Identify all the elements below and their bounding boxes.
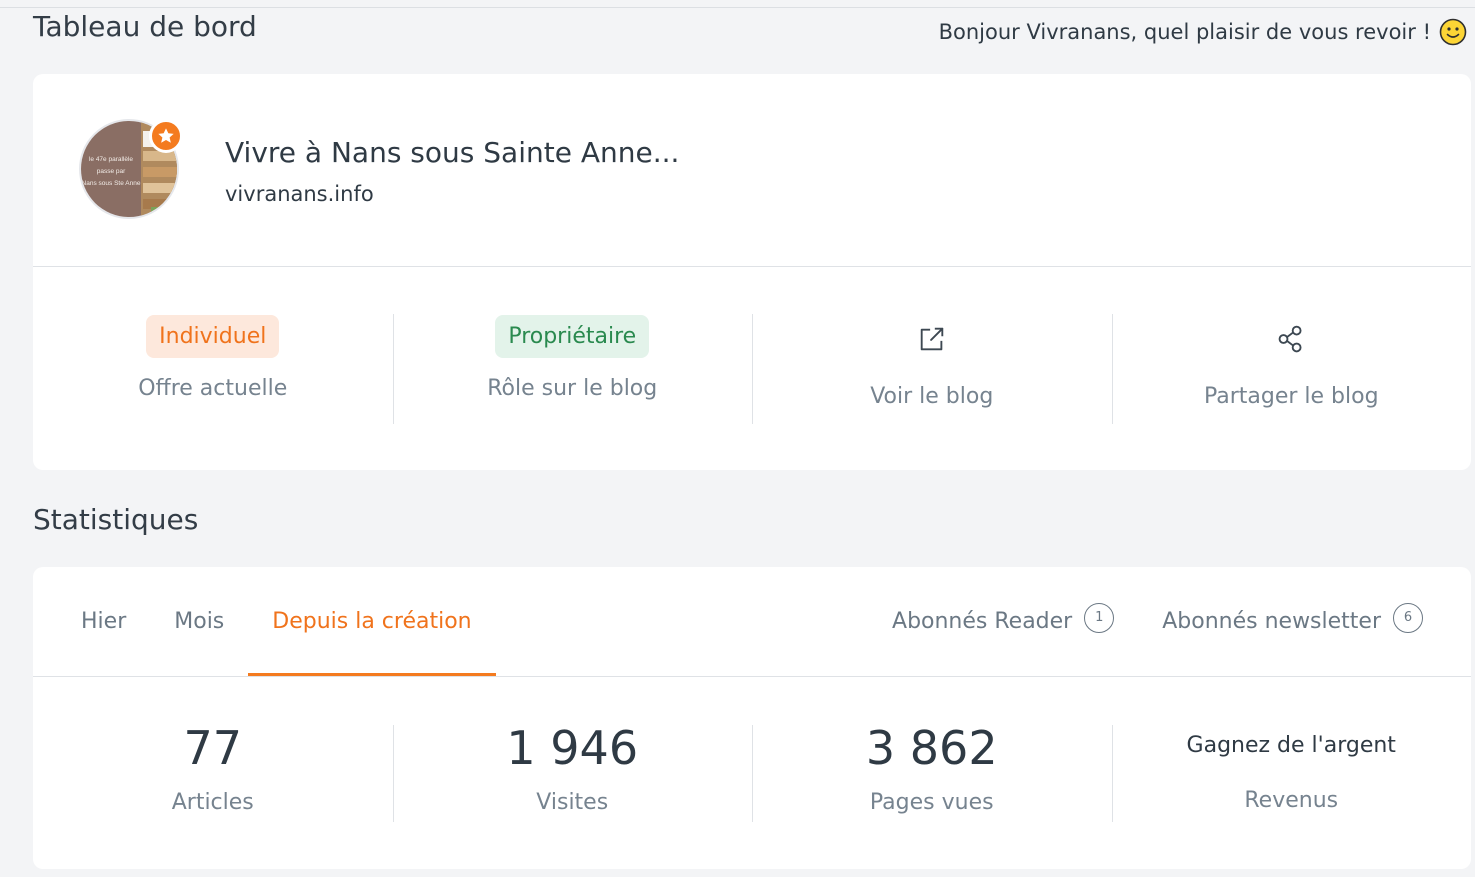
articles-label: Articles bbox=[171, 790, 254, 815]
revenue-stat[interactable]: Gagnez de l'argent Revenus bbox=[1111, 725, 1472, 822]
pageviews-label: Pages vues bbox=[869, 790, 994, 815]
tab-yesterday[interactable]: Hier bbox=[81, 567, 150, 676]
blog-card: le 47e parallèle passe par Nans sous Ste… bbox=[33, 74, 1471, 470]
visits-label: Visites bbox=[536, 790, 609, 815]
visits-stat: 1 946 Visites bbox=[392, 721, 753, 822]
view-blog-button[interactable]: Voir le blog bbox=[752, 314, 1112, 424]
blog-avatar-wrap[interactable]: le 47e parallèle passe par Nans sous Ste… bbox=[79, 119, 183, 223]
share-icon bbox=[1275, 323, 1307, 355]
role-column: Propriétaire Rôle sur le blog bbox=[392, 314, 753, 424]
share-blog-label: Partager le blog bbox=[1203, 384, 1379, 409]
avatar-text-line-3: Nans sous Ste Anne bbox=[82, 180, 141, 187]
newsletter-subscribers-label: Abonnés newsletter bbox=[1162, 609, 1381, 634]
stats-card: Hier Mois Depuis la création Abonnés Rea… bbox=[33, 567, 1471, 869]
earn-money-link[interactable]: Gagnez de l'argent bbox=[1187, 733, 1396, 758]
reader-subscribers[interactable]: Abonnés Reader 1 bbox=[892, 602, 1115, 634]
stats-title: Statistiques bbox=[33, 503, 199, 536]
pageviews-count: 3 862 bbox=[865, 721, 998, 775]
newsletter-subscribers[interactable]: Abonnés newsletter 6 bbox=[1162, 602, 1423, 634]
newsletter-subscribers-count: 6 bbox=[1393, 602, 1423, 633]
stats-row: 77 Articles 1 946 Visites 3 862 Pages vu… bbox=[33, 725, 1471, 822]
reader-subscribers-count: 1 bbox=[1084, 602, 1115, 633]
view-blog-label: Voir le blog bbox=[870, 384, 994, 409]
stats-period-tabs: Hier Mois Depuis la création bbox=[81, 567, 496, 676]
greeting-text: Bonjour Vivranans, quel plaisir de vous … bbox=[938, 20, 1431, 44]
page-title: Tableau de bord bbox=[33, 10, 257, 43]
plan-badge: Individuel bbox=[146, 315, 280, 358]
share-blog-button[interactable]: Partager le blog bbox=[1111, 314, 1472, 424]
pageviews-stat: 3 862 Pages vues bbox=[752, 725, 1112, 822]
blog-info-row: Individuel Offre actuelle Propriétaire R… bbox=[33, 314, 1471, 424]
tab-month[interactable]: Mois bbox=[150, 567, 248, 676]
external-link-icon bbox=[916, 323, 948, 355]
articles-count: 77 bbox=[183, 721, 243, 775]
reader-subscribers-label: Abonnés Reader bbox=[892, 609, 1073, 634]
role-label: Rôle sur le blog bbox=[487, 376, 658, 401]
plan-column: Individuel Offre actuelle bbox=[33, 314, 393, 424]
stats-tabs-divider bbox=[33, 676, 1471, 677]
blog-name[interactable]: Vivre à Nans sous Sainte Anne... bbox=[225, 136, 679, 169]
avatar-text-line-2: passe par bbox=[97, 168, 126, 175]
visits-count: 1 946 bbox=[506, 721, 639, 775]
subscribers-summary: Abonnés Reader 1 Abonnés newsletter 6 bbox=[892, 567, 1423, 676]
blog-url[interactable]: vivranans.info bbox=[225, 182, 374, 206]
role-badge: Propriétaire bbox=[495, 315, 650, 358]
avatar-text-line-1: le 47e parallèle bbox=[89, 156, 133, 163]
greeting-message: Bonjour Vivranans, quel plaisir de vous … bbox=[939, 18, 1467, 46]
blog-card-divider bbox=[33, 266, 1471, 267]
star-icon bbox=[149, 119, 183, 153]
tab-since-creation[interactable]: Depuis la création bbox=[248, 567, 496, 676]
revenue-label: Revenus bbox=[1244, 788, 1339, 813]
articles-stat: 77 Articles bbox=[33, 725, 393, 822]
smiley-icon bbox=[1439, 18, 1467, 46]
plan-label: Offre actuelle bbox=[138, 376, 288, 401]
top-divider bbox=[0, 7, 1475, 8]
